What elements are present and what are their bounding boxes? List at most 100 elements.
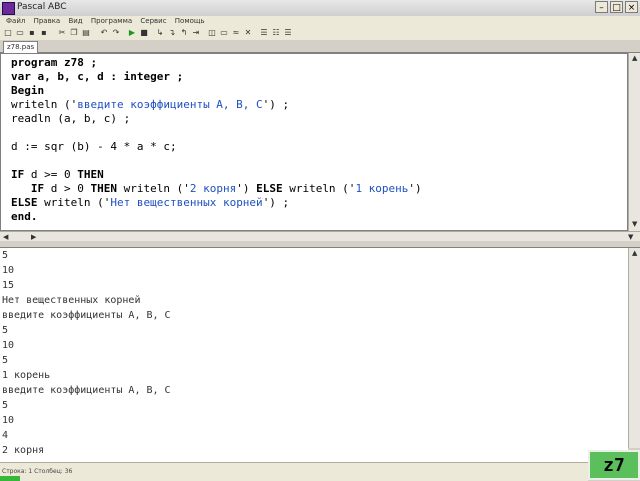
output-line: 10 <box>2 415 15 426</box>
watch-icon[interactable]: ◫ <box>207 28 217 38</box>
window-controls: – □ × <box>595 1 638 13</box>
menu-help[interactable]: Помощь <box>175 16 205 27</box>
code-text: writeln (' <box>11 98 78 111</box>
format-icon[interactable]: ☰ <box>259 28 269 38</box>
stop-icon[interactable]: ■ <box>139 28 149 38</box>
run-icon[interactable]: ▶ <box>127 28 137 38</box>
code-text: d >= 0 <box>24 168 78 181</box>
keyword: IF <box>11 168 25 181</box>
slide-badge: z7 <box>588 450 640 480</box>
app-icon <box>2 2 15 15</box>
code-text: d := sqr (b) - 4 * a * c; <box>11 140 177 153</box>
code-text: writeln (' <box>282 182 356 195</box>
string-literal: 2 корня <box>189 182 237 195</box>
maximize-button[interactable]: □ <box>610 1 623 13</box>
save-all-icon[interactable]: ▪ <box>39 28 49 38</box>
paste-icon[interactable]: ▤ <box>81 28 91 38</box>
locals-icon[interactable]: ▭ <box>219 28 229 38</box>
code-line: readln (a, b, c) ; <box>11 112 130 126</box>
output-line: 5 <box>2 400 9 411</box>
code-line: IF d >= 0 THEN <box>11 168 104 182</box>
code-text: ') <box>408 182 422 195</box>
output-line: 4 <box>2 430 9 441</box>
redo-icon[interactable]: ↷ <box>111 28 121 38</box>
tab-strip: z78.pas <box>0 40 640 53</box>
code-line: program z78 ; <box>11 56 97 70</box>
code-text: d > 0 <box>44 182 91 195</box>
output-line: 2 корня <box>2 445 45 456</box>
menu-bar: Файл Правка Вид Программа Сервис Помощь <box>0 16 640 27</box>
output-line: Нет вещественных корней <box>2 295 141 306</box>
keyword: end. <box>11 210 38 223</box>
scroll-down-icon[interactable]: ▼ <box>632 219 637 229</box>
output-line: 5 <box>2 250 9 261</box>
keyword: ELSE <box>11 196 38 209</box>
code-line: ELSE writeln ('Нет вещественных корней')… <box>11 196 289 210</box>
new-file-icon[interactable]: □ <box>3 28 13 38</box>
cut-icon[interactable]: ✂ <box>57 28 67 38</box>
menu-view[interactable]: Вид <box>68 16 82 27</box>
output-line: 10 <box>2 340 15 351</box>
code-line: writeln ('введите коэффициенты A, B, C')… <box>11 98 289 112</box>
output-line: 5 <box>2 325 9 336</box>
keyword: program z78 ; <box>11 56 98 69</box>
output-line: введите коэффициенты A, B, C <box>2 385 171 396</box>
menu-service[interactable]: Сервис <box>140 16 166 27</box>
keyword: THEN <box>90 182 117 195</box>
keyword: THEN <box>77 168 104 181</box>
close-button[interactable]: × <box>625 1 638 13</box>
code-text: ') ; <box>262 196 290 209</box>
code-text: readln (a, b, c) ; <box>11 112 131 125</box>
code-line: d := sqr (b) - 4 * a * c; <box>11 140 177 154</box>
keyword: var a, b, c, d : integer ; <box>11 70 184 83</box>
options-icon[interactable]: ☷ <box>271 28 281 38</box>
string-literal: введите коэффициенты A, B, C <box>77 98 263 111</box>
code-text: writeln (' <box>116 182 190 195</box>
menu-program[interactable]: Программа <box>91 16 132 27</box>
keyword: IF <box>11 182 45 195</box>
output-line: 5 <box>2 355 9 366</box>
menu-file[interactable]: Файл <box>6 16 25 27</box>
window-title: Pascal ABC <box>17 2 67 12</box>
code-line: Begin <box>11 84 44 98</box>
save-icon[interactable]: ▪ <box>27 28 37 38</box>
keyword: ELSE <box>256 182 283 195</box>
help-icon[interactable]: ☰ <box>283 28 293 38</box>
status-bar: Строка: 1 Столбец: 36 <box>0 462 588 481</box>
output-line: 1 корень <box>2 370 51 381</box>
toolbar: □ ▭ ▪ ▪ ✂ ❐ ▤ ↶ ↷ ▶ ■ ↳ ↴ ↰ ⇥ ◫ ▭ ≈ ✕ ☰ … <box>0 27 640 41</box>
status-indicator <box>0 476 20 481</box>
step-out-icon[interactable]: ↰ <box>179 28 189 38</box>
output-line: введите коэффициенты A, B, C <box>2 310 171 321</box>
code-text: writeln (' <box>37 196 111 209</box>
code-text: ') ; <box>262 98 290 111</box>
undo-icon[interactable]: ↶ <box>99 28 109 38</box>
code-line: IF d > 0 THEN writeln ('2 корня') ELSE w… <box>11 182 422 196</box>
menu-edit[interactable]: Правка <box>34 16 61 27</box>
step-over-icon[interactable]: ↴ <box>167 28 177 38</box>
output-line: 15 <box>2 280 15 291</box>
keyword: Begin <box>11 84 45 97</box>
open-file-icon[interactable]: ▭ <box>15 28 25 38</box>
pane-splitter[interactable] <box>0 241 640 248</box>
scroll-up-icon[interactable]: ▲ <box>632 248 637 258</box>
output-vertical-scrollbar[interactable]: ▲ <box>628 248 640 448</box>
minimize-button[interactable]: – <box>595 1 608 13</box>
copy-icon[interactable]: ❐ <box>69 28 79 38</box>
code-editor[interactable]: program z78 ; var a, b, c, d : integer ; B… <box>0 53 628 231</box>
code-line: var a, b, c, d : integer ; <box>11 70 183 84</box>
output-line: 10 <box>2 265 15 276</box>
code-text: ') <box>236 182 257 195</box>
delete-icon[interactable]: ✕ <box>243 28 253 38</box>
code-line: end. <box>11 210 38 224</box>
output-window[interactable]: 5 10 15 Нет вещественных корней введите коэф… <box>0 248 628 462</box>
editor-vertical-scrollbar[interactable]: ▲ ▼ <box>628 53 640 231</box>
string-literal: Нет вещественных корней <box>110 196 263 209</box>
run-to-cursor-icon[interactable]: ⇥ <box>191 28 201 38</box>
status-text: Строка: 1 Столбец: 36 <box>2 468 73 475</box>
scroll-up-icon[interactable]: ▲ <box>632 53 637 63</box>
step-into-icon[interactable]: ↳ <box>155 28 165 38</box>
tab-file[interactable]: z78.pas <box>3 41 39 53</box>
string-literal: 1 корень <box>355 182 409 195</box>
evaluate-icon[interactable]: ≈ <box>231 28 241 38</box>
